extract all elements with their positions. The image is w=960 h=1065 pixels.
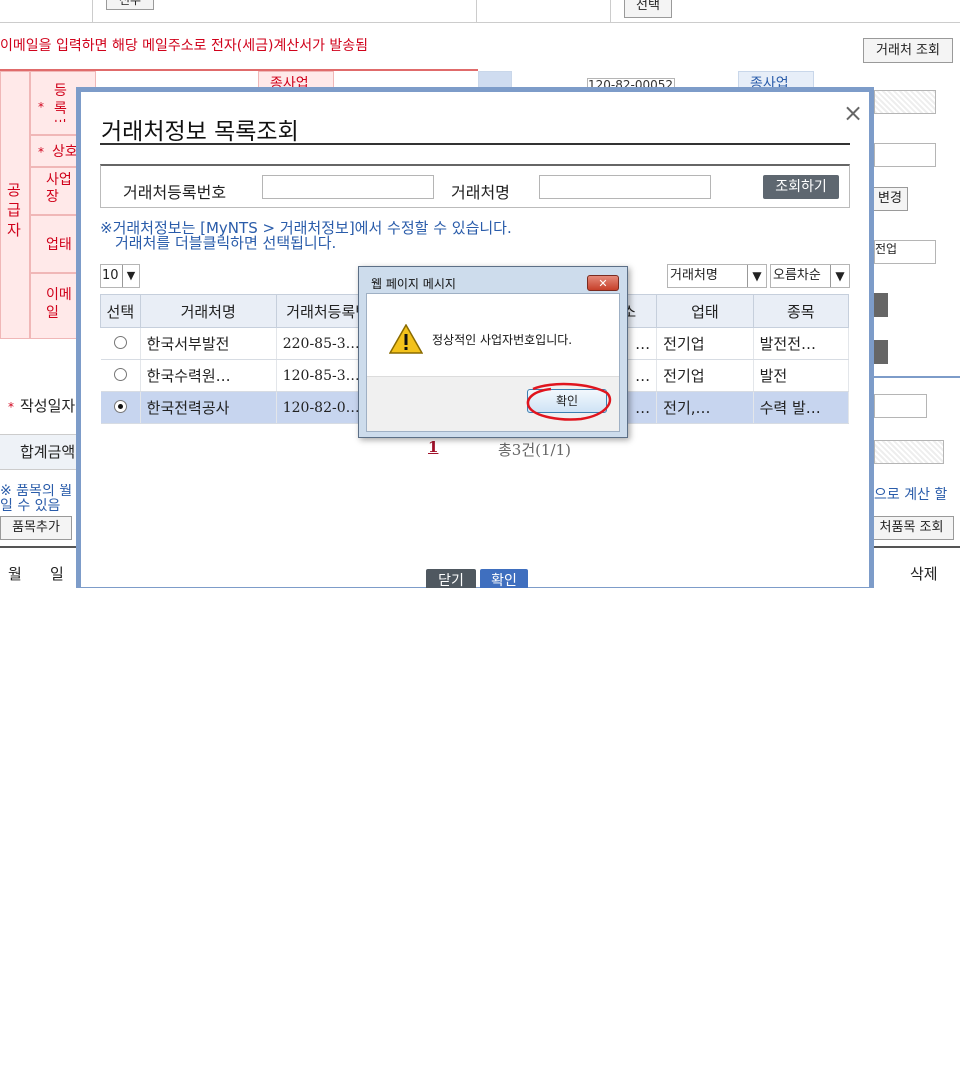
required-mark-reg: *: [38, 100, 44, 114]
top-divider-3: [610, 0, 611, 22]
col-header-item[interactable]: 종목: [752, 294, 850, 328]
item-notice-left: ※ 품목의 월일 수 있음: [0, 484, 73, 514]
col-delete: 삭제: [910, 565, 938, 583]
pager-total: 총3건(1/1): [498, 441, 571, 459]
buyer-jong-input[interactable]: [874, 90, 936, 114]
search-name-label: 거래처명: [451, 183, 510, 202]
top-select-button[interactable]: 선택: [624, 0, 672, 18]
required-mark-name: *: [38, 145, 44, 159]
row-name: 한국전력공사: [140, 391, 277, 424]
written-date-label: 작성일자: [20, 397, 76, 415]
chevron-down-icon: ▼: [830, 265, 849, 287]
modal-notice-2: 거래처를 더블클릭하면 선택됩니다.: [115, 234, 337, 252]
row-label-reg-text: 등록번호: [54, 83, 67, 122]
partner-lookup-button[interactable]: 거래처 조회: [863, 38, 953, 63]
chevron-down-icon: ▼: [122, 265, 139, 287]
search-reg-label: 거래처등록번호: [123, 183, 227, 202]
add-item-button[interactable]: 품목추가: [0, 516, 72, 540]
col-month: 월: [8, 565, 22, 583]
col-header-name[interactable]: 거래처명: [139, 294, 277, 328]
dialog-title: 웹 페이지 메시지: [371, 277, 456, 291]
row-label-biztype-text: 업태: [46, 237, 72, 253]
row-label-name-text: 상호: [52, 144, 78, 160]
row-radio-selected[interactable]: [113, 399, 127, 413]
web-page-message-dialog: 웹 페이지 메시지 ✕ 정상적인 사업자번호입니다. 확인: [358, 266, 628, 438]
row-radio[interactable]: [113, 335, 127, 349]
sort-order-select[interactable]: 오름차순 ▼: [770, 264, 850, 288]
search-button[interactable]: 조회하기: [763, 175, 839, 199]
col-day: 일: [50, 565, 64, 583]
row-biztype: 전기업: [656, 359, 754, 392]
page-size-select[interactable]: 10 ▼: [100, 264, 140, 288]
modal-title: 거래처정보 목록조회: [101, 119, 299, 145]
pager-current[interactable]: 1: [428, 438, 438, 456]
modal-confirm-button[interactable]: 확인: [480, 569, 528, 588]
row-biztype: 전기,…: [656, 391, 754, 424]
top-divider-2: [476, 0, 477, 22]
row-label-site-text: 사업장: [46, 172, 72, 205]
col-header-biztype[interactable]: 업태: [656, 294, 754, 328]
total-amount-input[interactable]: [874, 440, 944, 464]
close-icon: ✕: [598, 277, 608, 290]
sort-field-value: 거래처명: [670, 268, 718, 283]
supplier-vertical-label: 공급자: [7, 181, 21, 239]
change-button[interactable]: 변경: [872, 187, 908, 211]
modal-close-icon[interactable]: ×: [843, 101, 863, 125]
sort-order-value: 오름차순: [773, 268, 821, 283]
email-notice: 이메일을 입력하면 해당 메일주소로 전자(세금)계산서가 발송됨: [0, 38, 369, 54]
top-divider-1: [92, 0, 93, 22]
row-item: 수력 발…: [753, 391, 850, 424]
row-select-cell[interactable]: [100, 359, 141, 392]
buyer-bottom-border: [874, 376, 960, 378]
row-item: 발전: [753, 359, 850, 392]
written-date-input[interactable]: [874, 394, 927, 418]
total-amount-label: 합계금액: [20, 443, 76, 461]
top-button-1[interactable]: 전주: [106, 0, 154, 10]
modal-title-underline: [100, 143, 850, 145]
row-name: 한국수력원…: [140, 359, 277, 392]
partner-item-lookup-button[interactable]: 처품목 조회: [870, 516, 954, 540]
search-reg-input[interactable]: [262, 175, 434, 199]
buyer-email-button-1[interactable]: [874, 293, 888, 317]
dialog-message: 정상적인 사업자번호입니다.: [432, 333, 573, 347]
modal-close-button[interactable]: 닫기: [426, 569, 476, 588]
red-annotation-circle: [526, 382, 612, 421]
sort-field-select[interactable]: 거래처명 ▼: [667, 264, 767, 288]
row-item: 발전전…: [753, 327, 850, 360]
buyer-biztype-input[interactable]: 전업: [874, 240, 936, 264]
row-label-email-text: 이메일: [46, 287, 72, 321]
search-name-input[interactable]: [539, 175, 711, 199]
buyer-email-button-2[interactable]: [874, 340, 888, 364]
page-size-value: 10: [102, 268, 119, 283]
chevron-down-icon: ▼: [747, 265, 766, 287]
buyer-name-input[interactable]: [874, 143, 936, 167]
row-biztype: 전기업: [656, 327, 754, 360]
row-radio[interactable]: [113, 367, 127, 381]
required-mark-date: *: [8, 400, 14, 414]
warning-icon: [388, 323, 424, 354]
dialog-close-button[interactable]: ✕: [587, 275, 619, 291]
row-select-cell[interactable]: [100, 391, 141, 424]
row-name: 한국서부발전: [140, 327, 277, 360]
blank-area: [0, 588, 960, 1065]
col-header-select: 선택: [100, 294, 141, 328]
row-select-cell[interactable]: [100, 327, 141, 360]
item-notice-right: 으로 계산 할: [874, 487, 948, 503]
